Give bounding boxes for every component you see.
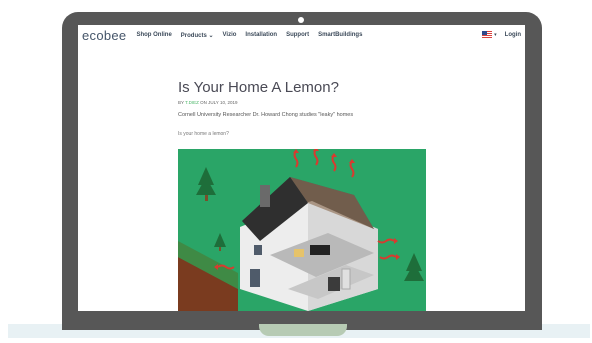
site-nav: ecobee Shop Online Products ⌄ Vizio Inst… (78, 25, 525, 45)
article-subtitle: Cornell University Researcher Dr. Howard… (178, 112, 354, 118)
nav-shop-online[interactable]: Shop Online (136, 32, 171, 38)
byline-prefix: BY (178, 100, 184, 105)
nav-installation[interactable]: Installation (245, 32, 277, 38)
laptop-base-notch (259, 324, 347, 336)
laptop-screen: ecobee Shop Online Products ⌄ Vizio Inst… (78, 25, 525, 311)
nav-products[interactable]: Products ⌄ (181, 32, 214, 39)
article-lead: Is your home a lemon? (178, 131, 229, 137)
nav-support[interactable]: Support (286, 32, 309, 38)
nav-smartbuildings[interactable]: SmartBuildings (318, 32, 362, 38)
author-link[interactable]: T.DIEZ (185, 100, 199, 105)
chevron-down-icon: ⌄ (208, 32, 214, 39)
camera-icon (298, 17, 304, 23)
article-title: Is Your Home A Lemon? (178, 79, 339, 96)
chevron-down-icon[interactable]: ▾ (494, 32, 497, 38)
nav-products-label: Products (180, 32, 207, 39)
login-link[interactable]: Login (505, 32, 521, 38)
byline-date: ON JULY 10, 2019 (200, 100, 238, 105)
nav-right: ▾ Login (482, 31, 521, 38)
article-byline: BY T.DIEZ ON JULY 10, 2019 (178, 100, 237, 105)
house-illustration (178, 149, 426, 311)
nav-vizio[interactable]: Vizio (223, 32, 237, 38)
us-flag-icon[interactable] (482, 31, 493, 38)
ecobee-logo[interactable]: ecobee (82, 28, 126, 43)
